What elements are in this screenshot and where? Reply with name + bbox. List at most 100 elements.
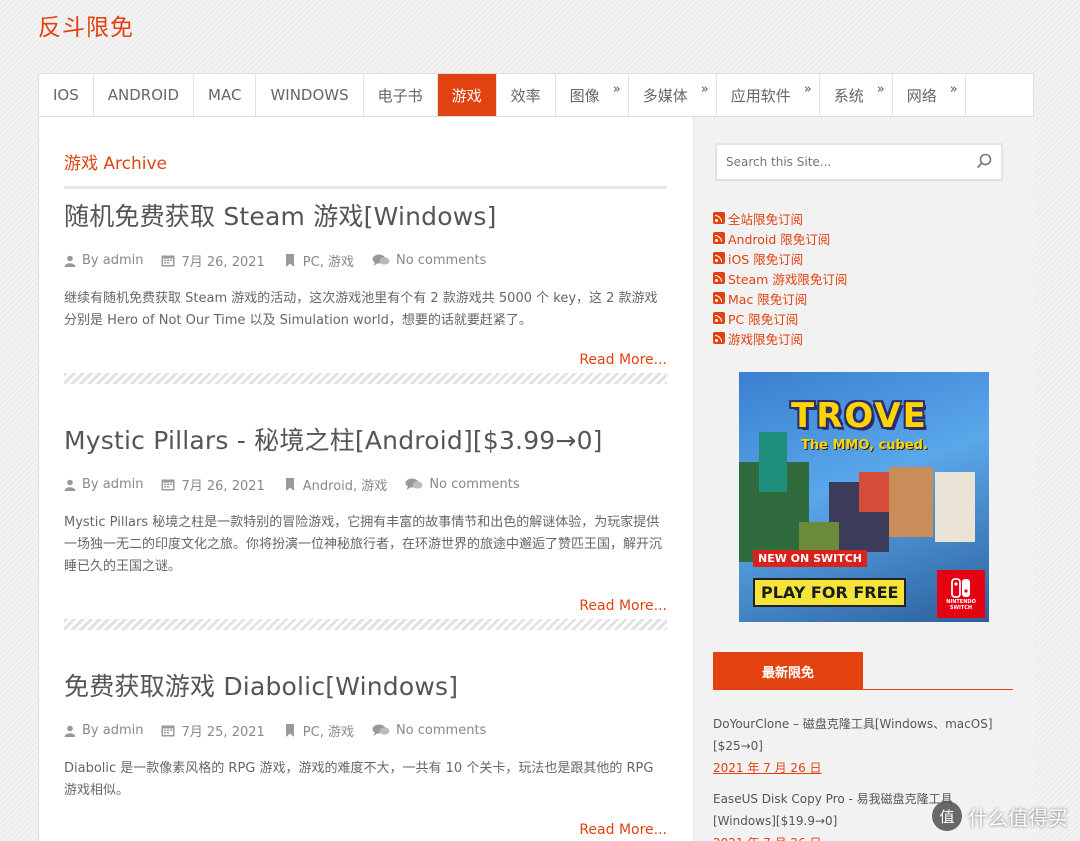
site-title[interactable]: 反斗限免 xyxy=(38,8,134,42)
nav-item[interactable]: 效率 xyxy=(497,74,556,116)
post-comments[interactable]: No comments xyxy=(396,723,486,738)
submenu-arrow-icon: » xyxy=(876,82,885,97)
feed-item: PC 限免订阅 xyxy=(713,308,847,328)
nav-item[interactable]: 电子书 xyxy=(364,74,438,116)
feed-list: 全站限免订阅 Android 限免订阅 iOS 限免订阅 Steam 游戏限免订阅 Ma… xyxy=(713,208,847,348)
nintendo-switch-logo: NINTENDO SWITCH xyxy=(937,570,985,618)
post-title[interactable]: 免费获取游戏 Diabolic[Windows] xyxy=(64,667,667,703)
watermark-text: 什么值得买 xyxy=(968,805,1068,830)
nav-item-label: 效率 xyxy=(510,86,541,105)
nav-item-label: 游戏 xyxy=(451,86,482,105)
read-more-link[interactable]: Read More... xyxy=(579,352,667,368)
latest-widget-header: 最新限免 xyxy=(713,652,1013,690)
rss-icon xyxy=(713,232,725,244)
post-author[interactable]: By admin xyxy=(82,253,143,268)
feed-link[interactable]: PC 限免订阅 xyxy=(728,309,798,328)
ad-tagline: The MMO, cubed. xyxy=(801,438,928,453)
watermark: 值 什么值得买 xyxy=(932,801,1068,831)
post-categories[interactable]: PC, 游戏 xyxy=(303,251,354,270)
post: 免费获取游戏 Diabolic[Windows] By admin 7月 25, 2… xyxy=(64,667,667,838)
feed-link[interactable]: Steam 游戏限免订阅 xyxy=(728,269,847,288)
nav-item[interactable]: 多媒体 » xyxy=(629,74,717,116)
calendar-icon xyxy=(161,254,175,267)
feed-link[interactable]: 游戏限免订阅 xyxy=(728,329,803,348)
post-date: 7月 26, 2021 xyxy=(181,479,265,494)
feed-link[interactable]: Android 限免订阅 xyxy=(728,229,830,248)
nav-item-label: 系统 xyxy=(833,86,864,105)
feed-item: 游戏限免订阅 xyxy=(713,328,847,348)
post-excerpt: Mystic Pillars 秘境之柱是一款特别的冒险游戏，它拥有丰富的故事情节… xyxy=(64,515,663,574)
nav-item-label: ANDROID xyxy=(107,86,180,104)
nav-item-label: 电子书 xyxy=(377,86,423,105)
post-title[interactable]: Mystic Pillars - 秘境之柱[Android][$3.99→0] xyxy=(64,421,667,457)
feed-item: Steam 游戏限免订阅 xyxy=(713,268,847,288)
feed-item: iOS 限免订阅 xyxy=(713,248,847,268)
nav-item[interactable]: 系统 » xyxy=(820,74,893,116)
post-categories[interactable]: Android, 游戏 xyxy=(303,475,388,494)
user-icon xyxy=(64,479,76,491)
comments-icon xyxy=(372,724,390,737)
rss-icon xyxy=(713,292,725,304)
list-item: DoYourClone – 磁盘克隆工具[Windows、macOS][$25→… xyxy=(713,713,1003,779)
submenu-arrow-icon: » xyxy=(803,82,812,97)
nav-item-label: 多媒体 xyxy=(642,86,688,105)
submenu-arrow-icon: » xyxy=(949,82,958,97)
post-categories[interactable]: PC, 游戏 xyxy=(303,721,354,740)
post-comments[interactable]: No comments xyxy=(429,477,519,492)
latest-title-link[interactable]: EaseUS Disk Copy Pro - 易我磁盘克隆工具[Windows]… xyxy=(713,792,953,828)
ad-logo: TROVE xyxy=(791,396,928,436)
calendar-icon xyxy=(161,724,175,737)
nav-item[interactable]: 网络 » xyxy=(893,74,966,116)
post-author[interactable]: By admin xyxy=(82,477,143,492)
ad-banner[interactable]: TROVE The MMO, cubed. NEW ON SWITCH PLAY… xyxy=(739,372,989,622)
nav-item[interactable]: IOS xyxy=(39,74,94,116)
post-title[interactable]: 随机免费获取 Steam 游戏[Windows] xyxy=(64,197,667,233)
page-wrapper: 游戏 Archive 随机免费获取 Steam 游戏[Windows] By ad… xyxy=(38,117,1035,841)
archive-title: 游戏 Archive xyxy=(64,154,168,174)
post-date: 7月 25, 2021 xyxy=(181,725,265,740)
nav-item[interactable]: 游戏 xyxy=(437,74,497,116)
bookmark-icon xyxy=(285,254,294,267)
post-excerpt: 继续有随机免费获取 Steam 游戏的活动，这次游戏池里有个有 2 款游戏共 5… xyxy=(64,291,658,328)
post-separator xyxy=(64,373,667,384)
post-comments[interactable]: No comments xyxy=(396,253,486,268)
latest-title-link[interactable]: DoYourClone – 磁盘克隆工具[Windows、macOS][$25→… xyxy=(713,717,993,753)
bookmark-icon xyxy=(285,478,294,491)
nav-item-label: MAC xyxy=(208,86,242,104)
post-separator xyxy=(64,619,667,630)
ad-cta[interactable]: PLAY FOR FREE xyxy=(753,578,907,607)
search-box xyxy=(715,143,1003,181)
comments-icon xyxy=(405,478,423,491)
rss-icon xyxy=(713,312,725,324)
nav-item-label: 图像 xyxy=(569,86,600,105)
nav-item[interactable]: MAC xyxy=(194,74,257,116)
feed-link[interactable]: 全站限免订阅 xyxy=(728,209,803,228)
bookmark-icon xyxy=(285,724,294,737)
rss-icon xyxy=(713,332,725,344)
nav-item[interactable]: WINDOWS xyxy=(256,74,364,116)
search-icon[interactable] xyxy=(976,153,992,173)
latest-date: 2021 年 7 月 26 日 xyxy=(713,761,822,775)
feed-link[interactable]: Mac 限免订阅 xyxy=(728,289,807,308)
rss-icon xyxy=(713,212,725,224)
post-meta: By admin 7月 26, 2021 Android, 游戏 No comment… xyxy=(64,475,667,494)
read-more-link[interactable]: Read More... xyxy=(579,598,667,614)
post-author[interactable]: By admin xyxy=(82,723,143,738)
feed-link[interactable]: iOS 限免订阅 xyxy=(728,249,803,268)
nav-item-label: 网络 xyxy=(906,86,937,105)
post-date: 7月 26, 2021 xyxy=(181,255,265,270)
nav-item[interactable]: ANDROID xyxy=(94,74,195,116)
divider xyxy=(64,186,667,189)
nav-item-label: WINDOWS xyxy=(270,86,349,104)
post: 随机免费获取 Steam 游戏[Windows] By admin 7月 26, 2… xyxy=(64,197,667,368)
read-more-link[interactable]: Read More... xyxy=(579,822,667,838)
submenu-arrow-icon: » xyxy=(612,82,621,97)
search-input[interactable] xyxy=(717,145,957,179)
post-excerpt: Diabolic 是一款像素风格的 RPG 游戏，游戏的难度不大，一共有 10 … xyxy=(64,761,654,798)
comments-icon xyxy=(372,254,390,267)
nav-item[interactable]: 应用软件 » xyxy=(717,74,820,116)
tab-latest[interactable]: 最新限免 xyxy=(713,652,863,690)
rss-icon xyxy=(713,272,725,284)
watermark-logo-icon: 值 xyxy=(932,801,962,831)
nav-item[interactable]: 图像 » xyxy=(556,74,629,116)
